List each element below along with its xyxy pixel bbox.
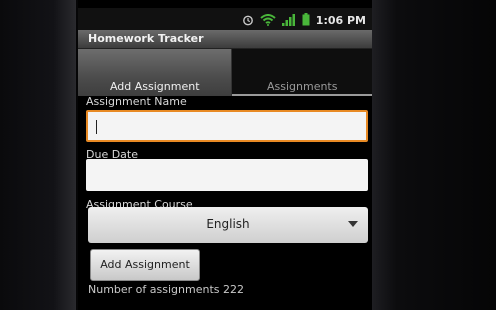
tab-bar: Add Assignment Assignments: [78, 49, 372, 96]
text-caret: [96, 120, 97, 134]
phone-screen: 1:06 PM Homework Tracker Add Assignment …: [78, 0, 372, 310]
app-title: Homework Tracker: [88, 32, 204, 45]
dropdown-arrow-icon: [348, 221, 358, 227]
battery-icon: [302, 11, 310, 30]
app-title-bar: Homework Tracker: [78, 30, 372, 49]
phone-bezel-left: [0, 0, 76, 310]
course-selected-value: English: [206, 217, 250, 231]
add-assignment-button-label: Add Assignment: [100, 258, 190, 271]
signal-icon: [281, 11, 296, 30]
add-assignment-button[interactable]: Add Assignment: [90, 249, 200, 281]
due-date-input[interactable]: [86, 159, 368, 191]
course-spinner[interactable]: English: [88, 207, 368, 243]
tab-add-assignment[interactable]: Add Assignment: [78, 49, 232, 96]
phone-bezel-right: [372, 0, 496, 310]
tab-assignments[interactable]: Assignments: [231, 49, 372, 96]
assignment-name-label: Assignment Name: [86, 95, 187, 108]
assignment-name-input[interactable]: [86, 110, 368, 142]
status-bar: 1:06 PM: [78, 8, 372, 30]
tab-add-assignment-label: Add Assignment: [109, 80, 200, 93]
tab-assignments-label: Assignments: [266, 80, 338, 93]
tab-indicator: [232, 94, 372, 96]
clock-time: 1:06 PM: [315, 14, 366, 27]
wifi-icon: [260, 11, 276, 30]
alarm-icon: [242, 11, 254, 30]
assignment-count-text: Number of assignments 222: [88, 283, 244, 296]
